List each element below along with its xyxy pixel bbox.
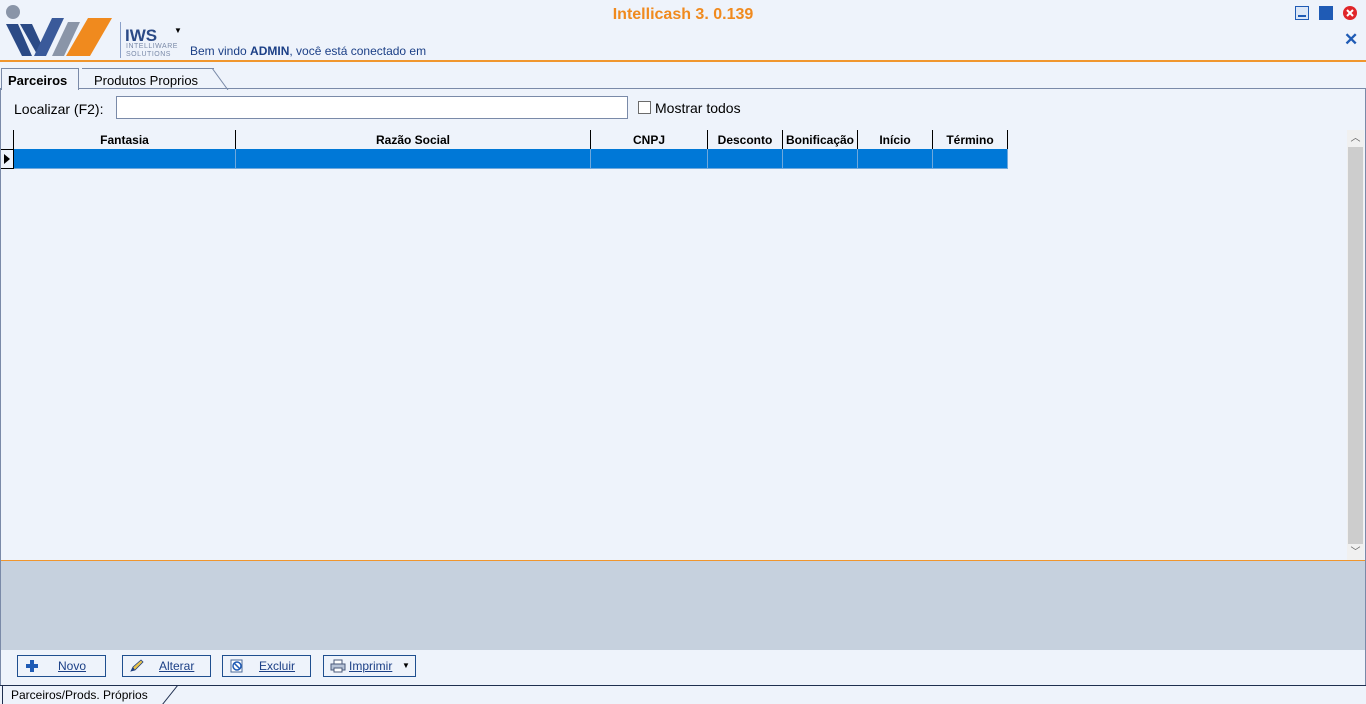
column-cnpj[interactable]: CNPJ [591,130,708,149]
search-label: Localizar (F2): [14,101,104,117]
logo-subtitle-2: SOLUTIONS [126,51,171,58]
minimize-icon[interactable] [1295,6,1309,20]
column-inicio[interactable]: Início [858,130,933,149]
cell-fantasia[interactable] [14,149,236,169]
cell-desconto[interactable] [708,149,783,169]
row-indicator [1,149,14,169]
show-all-label: Mostrar todos [655,100,741,116]
alterar-label: Alterar [159,659,195,673]
cell-razao-social[interactable] [236,149,591,169]
column-razao-social[interactable]: Razão Social [236,130,591,149]
logo-subtitle-1: INTELLIWARE [126,43,178,50]
cell-inicio[interactable] [858,149,933,169]
column-termino[interactable]: Término [933,130,1008,149]
excluir-button[interactable]: Excluir [222,655,311,677]
row-indicator-header [1,130,14,149]
maximize-icon[interactable] [1319,6,1333,20]
cell-bonificacao[interactable] [783,149,858,169]
novo-label: Novo [58,659,87,673]
welcome-message: Bem vindo ADMIN, você está conectado em [190,44,426,58]
tab-bar: Parceiros Produtos Proprios [0,66,1366,90]
cell-cnpj[interactable] [591,149,708,169]
plus-icon [26,660,38,672]
column-fantasia[interactable]: Fantasia [14,130,236,149]
search-input[interactable] [116,96,628,119]
close-icon[interactable] [1343,6,1357,20]
scroll-up-icon[interactable]: ︿ [1347,130,1364,147]
row-pointer-icon [4,154,10,164]
scroll-down-icon[interactable]: ﹀ [1347,544,1364,561]
status-tab-slant [162,685,178,704]
imprimir-button[interactable]: Imprimir ▼ [323,655,416,677]
tab-produtos-proprios[interactable]: Produtos Proprios [82,68,214,90]
cell-termino[interactable] [933,149,1008,169]
excluir-label: Excluir [259,659,296,673]
close-form-icon[interactable]: ✕ [1344,31,1358,48]
detail-panel [1,561,1365,650]
welcome-suffix: , você está conectado em [289,44,427,58]
checkbox-box[interactable] [638,101,651,114]
show-all-checkbox[interactable]: Mostrar todos [638,100,741,116]
tab-slant [212,68,229,90]
welcome-user: ADMIN [250,44,290,58]
app-header: IWS INTELLIWARE SOLUTIONS ▼ Bem vindo AD… [0,0,1366,62]
status-bar: Parceiros/Prods. Próprios [0,685,1366,704]
partners-grid: Fantasia Razão Social CNPJ Desconto Boni… [1,130,1365,561]
tab-parceiros[interactable]: Parceiros [1,68,79,90]
app-title: Intellicash 3. 0.139 [612,6,754,23]
welcome-prefix: Bem vindo [190,44,251,58]
logo-divider [120,22,121,58]
column-bonificacao[interactable]: Bonificação [783,130,858,149]
parceiros-panel: Localizar (F2): Mostrar todos Fantasia R… [0,89,1366,685]
scroll-thumb[interactable] [1348,147,1363,544]
novo-button[interactable]: Novo [17,655,106,677]
dropdown-arrow-icon[interactable]: ▼ [402,661,410,670]
status-tab[interactable]: Parceiros/Prods. Próprios [2,686,156,704]
delete-icon [230,659,243,673]
column-desconto[interactable]: Desconto [708,130,783,149]
vertical-scrollbar[interactable]: ︿ ﹀ [1347,130,1364,561]
printer-icon [330,659,346,673]
alterar-button[interactable]: Alterar [122,655,211,677]
menu-dropdown-icon[interactable]: ▼ [174,26,182,35]
imprimir-label: Imprimir [349,659,393,673]
pencil-icon [130,659,144,672]
